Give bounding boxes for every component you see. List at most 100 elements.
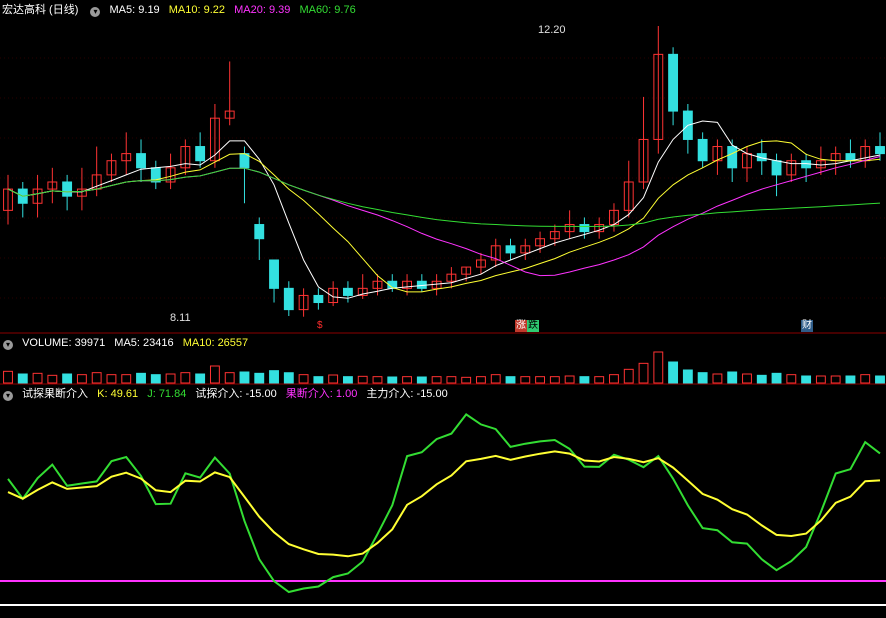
indicator-name: 试探果断介入 — [22, 388, 89, 400]
volume-bar-up — [76, 374, 87, 384]
volume-bar-up — [830, 375, 841, 384]
chevron-down-icon[interactable]: ▾ — [3, 340, 13, 350]
volume-bar-down — [17, 373, 28, 384]
k-readout: K: 49.61 — [97, 388, 139, 400]
candle-down — [254, 224, 265, 240]
candle-down — [313, 294, 324, 304]
candle-down — [269, 259, 279, 289]
volume-bar-down — [579, 376, 590, 384]
volume-bar-down — [313, 376, 324, 384]
volume-bar-down — [668, 361, 679, 384]
ma5-line — [7, 120, 881, 299]
volume-bar-up — [609, 374, 619, 384]
volume-bar-up — [3, 370, 13, 384]
volume-bar-up — [224, 372, 235, 384]
indicator-header: ▾ 试探果断介入 K: 49.61 J: 71.84 试探介入: -15.00 … — [0, 386, 454, 402]
event-marker-dollar[interactable]: $ — [316, 320, 324, 332]
volume-bar-up — [402, 376, 412, 384]
main-force-readout: 主力介入: -15.00 — [366, 388, 448, 400]
high-price-label: 12.20 — [538, 24, 566, 36]
candle-down — [727, 146, 738, 169]
volume-bar-up — [372, 376, 383, 384]
candle-down — [771, 160, 782, 176]
volume-ma5-readout: MA5: 23416 — [114, 337, 174, 349]
candle-down — [283, 287, 294, 311]
candle-down — [62, 181, 73, 197]
volume-bar-up — [653, 351, 664, 384]
low-price-label: 8.11 — [170, 312, 191, 324]
candle-down — [195, 146, 206, 162]
volume-bar-up — [520, 376, 531, 384]
volume-bar-down — [254, 372, 265, 384]
main-chart-header: 宏达高科 (日线) ▾ MA5: 9.19 MA10: 9.22 MA20: 9… — [0, 2, 362, 18]
volume-bar-up — [490, 374, 501, 384]
volume-bar-down — [387, 376, 398, 384]
candle-down — [505, 245, 516, 254]
volume-bar-down — [416, 376, 427, 384]
chevron-down-icon[interactable]: ▾ — [3, 391, 13, 401]
volume-bar-down — [269, 370, 279, 384]
volume-ma10-readout: MA10: 26557 — [182, 337, 249, 349]
volume-bar-down — [342, 376, 353, 384]
volume-bar-up — [712, 373, 723, 384]
volume-bar-down — [801, 375, 812, 384]
volume-bar-down — [62, 373, 73, 384]
volume-bar-down — [239, 371, 250, 384]
volume-bar-up — [461, 376, 472, 384]
volume-bar-up — [298, 374, 309, 384]
volume-bar-up — [564, 375, 575, 384]
volume-bar-up — [328, 374, 339, 384]
probe-readout: 试探介入: -15.00 — [195, 388, 277, 400]
volume-bar-down — [771, 372, 782, 384]
candle-down — [579, 224, 590, 233]
volume-bar-up — [623, 368, 634, 384]
stock-title[interactable]: 宏达高科 (日线) — [2, 4, 78, 16]
candlestick-chart[interactable] — [0, 18, 886, 334]
volume-bar-up — [431, 376, 442, 384]
event-marker-finance[interactable]: 财 — [801, 320, 813, 332]
volume-bar-up — [786, 374, 797, 384]
ma20-readout: MA20: 9.39 — [234, 4, 291, 16]
volume-bar-up — [165, 373, 176, 384]
volume-readout: VOLUME: 39971 — [22, 337, 106, 349]
ma60-readout: MA60: 9.76 — [299, 4, 356, 16]
j-readout: J: 71.84 — [147, 388, 187, 400]
volume-bar-up — [209, 365, 220, 384]
volume-bar-down — [875, 375, 885, 384]
volume-bar-up — [106, 374, 117, 384]
indicator-chart[interactable] — [0, 402, 886, 616]
volume-bar-up — [91, 372, 102, 384]
event-marker-rise[interactable]: 涨 — [515, 320, 527, 332]
volume-bar-down — [136, 372, 146, 384]
volume-bar-up — [32, 372, 43, 384]
event-marker-fall[interactable]: 跌 — [527, 320, 539, 332]
volume-chart[interactable] — [0, 351, 886, 385]
chevron-down-icon[interactable]: ▾ — [90, 7, 101, 17]
volume-bar-down — [682, 369, 693, 384]
j-line — [7, 413, 881, 594]
volume-bar-down — [697, 372, 708, 384]
k-line — [7, 450, 881, 558]
volume-bar-up — [638, 362, 649, 384]
volume-bar-up — [446, 376, 457, 384]
candle-down — [697, 138, 708, 162]
ma5-readout: MA5: 9.19 — [109, 4, 160, 16]
decisive-readout: 果断介入: 1.00 — [285, 388, 358, 400]
volume-bar-up — [549, 376, 560, 384]
volume-bar-up — [121, 374, 132, 384]
volume-bar-up — [815, 375, 826, 384]
volume-bar-up — [742, 373, 752, 384]
volume-bar-down — [283, 372, 294, 384]
volume-bar-up — [180, 372, 191, 384]
volume-bar-up — [357, 375, 368, 384]
candle-down — [875, 146, 885, 155]
volume-bar-up — [476, 376, 486, 384]
volume-bar-up — [47, 374, 58, 384]
candle-down — [668, 53, 679, 112]
volume-bar-down — [727, 371, 738, 384]
volume-bar-down — [505, 376, 516, 384]
candle-down — [136, 153, 146, 169]
volume-bar-up — [535, 376, 546, 384]
volume-header: ▾ VOLUME: 39971 MA5: 23416 MA10: 26557 — [0, 335, 254, 351]
volume-bar-up — [860, 374, 871, 384]
